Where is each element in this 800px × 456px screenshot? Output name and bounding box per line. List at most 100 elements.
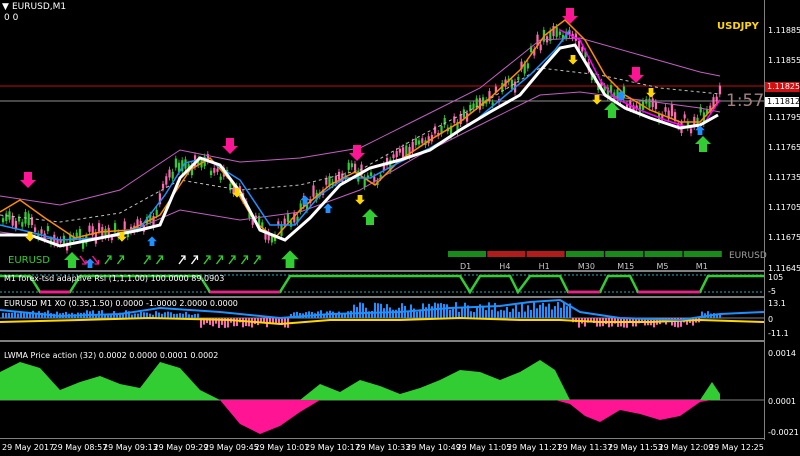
xo-bar	[188, 314, 190, 318]
time-tick: 29 May 2017	[2, 443, 55, 452]
candle-body	[5, 213, 8, 222]
price-tick: 1.11705	[768, 203, 800, 212]
timeframe-bar	[448, 251, 486, 257]
small-arrow-icon	[203, 255, 211, 265]
price-tick: 1.11795	[768, 113, 800, 122]
xo-bar	[509, 311, 511, 318]
xo-bar	[500, 309, 502, 318]
up-arrow-icon	[147, 236, 157, 246]
xo-bar	[524, 311, 526, 318]
xo-bar	[536, 308, 538, 318]
xo-bar	[512, 308, 514, 318]
candle-body	[418, 140, 421, 145]
ma-cyan	[0, 29, 571, 241]
xo-bar	[449, 309, 451, 318]
symbol-title: EURUSD,M1	[12, 2, 67, 12]
price-tick: 1.11855	[768, 56, 800, 65]
small-arrow-icon	[79, 255, 87, 265]
lwma-tick-top: 0.0014	[768, 349, 796, 358]
mt4-chart-window[interactable]: ▼ EURUSD,M1 0 0 USDJPY EURUSD EURUSD 1:5…	[0, 0, 800, 456]
candle-body	[312, 185, 315, 197]
xo-bar	[470, 311, 472, 318]
candle-body	[155, 209, 158, 216]
candle-body	[219, 176, 222, 180]
xo-bar	[395, 309, 397, 318]
candle-body	[478, 98, 481, 110]
xo-bar	[8, 312, 10, 318]
candle-body	[8, 211, 11, 220]
candle-body	[648, 98, 651, 108]
xo-bar	[194, 313, 196, 318]
xo-tick-top: 13.1	[768, 299, 786, 308]
xo-bar	[185, 311, 187, 318]
down-arrow-icon	[646, 88, 656, 98]
menu-triangle-icon[interactable]: ▼	[2, 2, 9, 12]
lwma-tick-mid: 0.0001	[768, 397, 796, 406]
xo-bar	[437, 303, 439, 318]
candles-group	[2, 22, 721, 254]
xo-bar	[497, 311, 499, 318]
lwma-positive-area	[0, 360, 720, 400]
candle-body	[286, 213, 289, 222]
xo-bar	[560, 307, 562, 318]
candle-body	[171, 171, 174, 179]
xo-bar	[386, 304, 388, 318]
xo-bar	[236, 318, 238, 327]
small-arrow-icon	[116, 255, 125, 265]
down-arrow-icon	[628, 67, 644, 83]
candle-body	[325, 178, 328, 185]
candle-body	[21, 222, 24, 227]
up-arrow-icon	[323, 203, 333, 213]
xo-bar	[155, 311, 157, 318]
rsi-tick-top: 105	[768, 273, 784, 282]
xo-bar	[110, 314, 112, 318]
time-tick: 29 May 10:49	[406, 443, 461, 452]
xo-bar	[566, 306, 568, 318]
bottom-right-symbol: EURUSD	[729, 251, 767, 261]
time-tick: 29 May 12:09	[658, 443, 714, 452]
up-arrow-icon	[85, 258, 95, 268]
xo-bar	[11, 312, 13, 318]
xo-bar	[506, 306, 508, 318]
xo-bar	[539, 304, 541, 318]
candle-body	[469, 104, 472, 112]
candle-body	[398, 148, 401, 153]
timeframe-bar	[605, 251, 644, 257]
xo-bar	[191, 314, 193, 318]
xo-tick-mid: 0	[768, 315, 774, 324]
candle-body	[690, 128, 693, 134]
xo-bar	[116, 314, 118, 318]
candle-body	[27, 213, 30, 226]
xo-bar	[707, 311, 709, 318]
small-arrow-icon	[104, 255, 112, 265]
xo-bar	[521, 303, 523, 318]
xo-bar	[461, 307, 463, 318]
xo-bar	[416, 311, 418, 318]
candle-body	[283, 218, 286, 225]
candle-body	[123, 221, 126, 230]
xo-bar	[176, 313, 178, 318]
candle-body	[670, 104, 673, 117]
candle-body	[98, 223, 101, 232]
timeframe-bar	[565, 251, 604, 257]
price-chart[interactable]	[0, 0, 764, 275]
small-arrow-row	[79, 255, 261, 265]
ohlc-values: 0 0	[4, 13, 19, 23]
countdown-timer: 1:57	[726, 91, 765, 111]
candle-body	[651, 98, 654, 107]
time-tick: 29 May 10:01	[254, 443, 310, 452]
ma-orange	[0, 19, 721, 240]
envelope-upper	[0, 37, 721, 206]
candle-body	[555, 27, 558, 37]
time-tick: 29 May 08:57	[52, 443, 108, 452]
xo-bar	[503, 310, 505, 318]
up-arrow-icon	[64, 252, 80, 268]
xo-bar	[464, 302, 466, 318]
price-axis[interactable]	[764, 0, 800, 440]
candle-body	[517, 76, 520, 81]
xo-bar	[578, 318, 580, 328]
xo-bar	[173, 313, 175, 318]
candle-body	[654, 102, 657, 110]
candle-body	[683, 114, 686, 119]
candle-body	[75, 232, 78, 237]
